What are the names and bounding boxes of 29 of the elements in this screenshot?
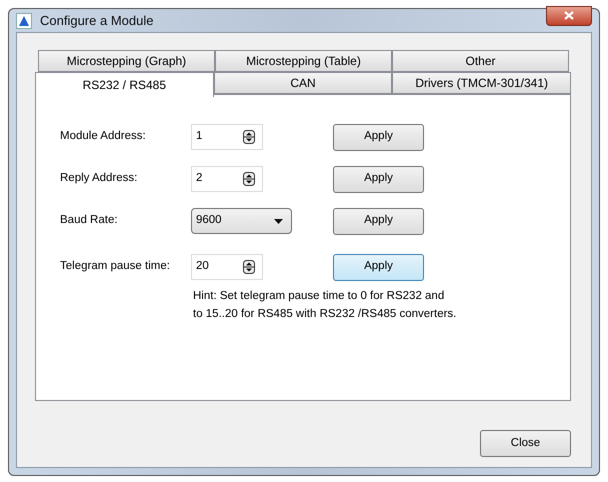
hint-text: to 15..20 for RS485 with RS232 /RS485 converters.: [193, 307, 458, 322]
tab[interactable]: CAN: [214, 72, 392, 94]
setting-label: Module Address:: [60, 129, 147, 144]
dropdown-caret-icon: [274, 218, 283, 224]
spin-arrows-icon[interactable]: [243, 260, 255, 274]
apply-button[interactable]: Apply: [333, 208, 424, 234]
window-title: Configure a Module: [40, 12, 154, 30]
hint-text: Hint: Set telegram pause time to 0 for RS232 and: [193, 289, 446, 304]
apply-button[interactable]: Apply: [333, 166, 424, 192]
close-window-button[interactable]: [546, 6, 592, 26]
dropdown-field[interactable]: 9600: [191, 208, 292, 234]
tab[interactable]: Other: [392, 50, 569, 72]
close-icon: [564, 11, 574, 20]
setting-label: Reply Address:: [60, 171, 138, 186]
spin-field[interactable]: 2: [191, 166, 263, 192]
setting-label: Baud Rate:: [60, 213, 119, 228]
spin-field[interactable]: 1: [191, 124, 263, 150]
app-logo-icon: [16, 12, 32, 28]
setting-label: Telegram pause time:: [60, 259, 171, 274]
tab[interactable]: Drivers (TMCM-301/341): [392, 72, 572, 94]
tab[interactable]: Microstepping (Graph): [38, 50, 215, 72]
apply-button[interactable]: Apply: [333, 124, 424, 150]
close-button[interactable]: Close: [480, 430, 571, 457]
spin-arrows-icon[interactable]: [243, 130, 255, 144]
tab[interactable]: Microstepping (Table): [215, 50, 392, 72]
tab[interactable]: RS232 / RS485: [35, 72, 214, 97]
spin-field[interactable]: 20: [191, 254, 263, 280]
spin-arrows-icon[interactable]: [243, 172, 255, 186]
apply-button[interactable]: Apply: [333, 254, 424, 280]
